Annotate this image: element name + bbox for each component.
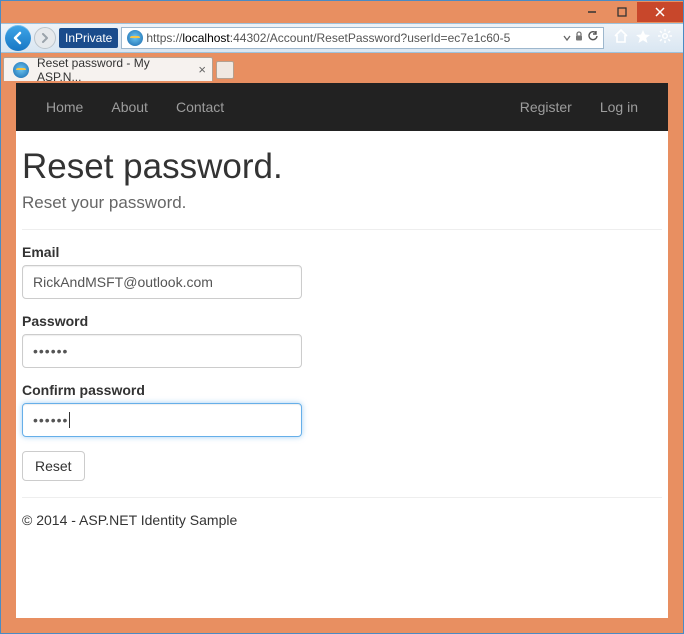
- page-viewport: Home About Contact Register Log in Reset…: [16, 83, 668, 618]
- confirm-password-input[interactable]: ••••••: [22, 403, 302, 437]
- url-scheme: https://: [146, 31, 182, 45]
- divider: [22, 229, 662, 230]
- nav-right: Register Log in: [520, 99, 638, 115]
- tab-strip: Reset password - My ASP.N... ×: [1, 53, 683, 81]
- url-text: https://localhost:44302/Account/ResetPas…: [146, 31, 561, 45]
- address-bar-controls: [561, 29, 601, 47]
- confirm-group: Confirm password ••••••: [22, 382, 662, 437]
- tab-title: Reset password - My ASP.N...: [37, 56, 189, 84]
- email-input[interactable]: [22, 265, 302, 299]
- ie-page-icon: [127, 30, 143, 46]
- footer-text: © 2014 - ASP.NET Identity Sample: [22, 498, 662, 542]
- url-path: :44302/Account/ResetPassword?userId=ec7e…: [230, 31, 511, 45]
- nav-login[interactable]: Log in: [600, 99, 638, 115]
- password-input[interactable]: ••••••: [22, 334, 302, 368]
- text-cursor: [69, 412, 70, 428]
- forward-button[interactable]: [34, 27, 56, 49]
- page-content: Reset password. Reset your password. Ema…: [16, 131, 668, 542]
- dropdown-icon[interactable]: [563, 29, 571, 47]
- address-bar[interactable]: https://localhost:44302/Account/ResetPas…: [121, 27, 604, 49]
- settings-icon[interactable]: [657, 28, 673, 49]
- reset-button[interactable]: Reset: [22, 451, 85, 481]
- page-title: Reset password.: [22, 147, 662, 187]
- confirm-label: Confirm password: [22, 382, 662, 398]
- ie-tab-icon: [13, 62, 29, 78]
- confirm-value: ••••••: [33, 412, 68, 428]
- email-label: Email: [22, 244, 662, 260]
- nav-left: Home About Contact: [46, 99, 224, 115]
- new-tab-button[interactable]: [216, 61, 234, 79]
- favorites-icon[interactable]: [635, 28, 651, 49]
- nav-home[interactable]: Home: [46, 99, 83, 115]
- lock-icon[interactable]: [573, 29, 585, 47]
- minimize-button[interactable]: [577, 2, 607, 22]
- refresh-icon[interactable]: [587, 29, 599, 47]
- toolbar-right-icons: [607, 28, 679, 49]
- nav-about[interactable]: About: [111, 99, 148, 115]
- site-navbar: Home About Contact Register Log in: [16, 83, 668, 131]
- nav-contact[interactable]: Contact: [176, 99, 224, 115]
- home-icon[interactable]: [613, 28, 629, 49]
- email-group: Email: [22, 244, 662, 299]
- tab-close-icon[interactable]: ×: [198, 62, 206, 77]
- password-group: Password ••••••: [22, 313, 662, 368]
- nav-register[interactable]: Register: [520, 99, 572, 115]
- browser-nav-toolbar: InPrivate https://localhost:44302/Accoun…: [1, 23, 683, 53]
- browser-tab[interactable]: Reset password - My ASP.N... ×: [3, 57, 213, 81]
- url-host: localhost: [182, 31, 229, 45]
- inprivate-badge: InPrivate: [59, 28, 118, 48]
- maximize-button[interactable]: [607, 2, 637, 22]
- password-label: Password: [22, 313, 662, 329]
- page-subtitle: Reset your password.: [22, 193, 662, 213]
- close-button[interactable]: [637, 2, 683, 22]
- back-button[interactable]: [5, 25, 31, 51]
- browser-window: InPrivate https://localhost:44302/Accoun…: [0, 0, 684, 634]
- window-titlebar: [1, 1, 683, 23]
